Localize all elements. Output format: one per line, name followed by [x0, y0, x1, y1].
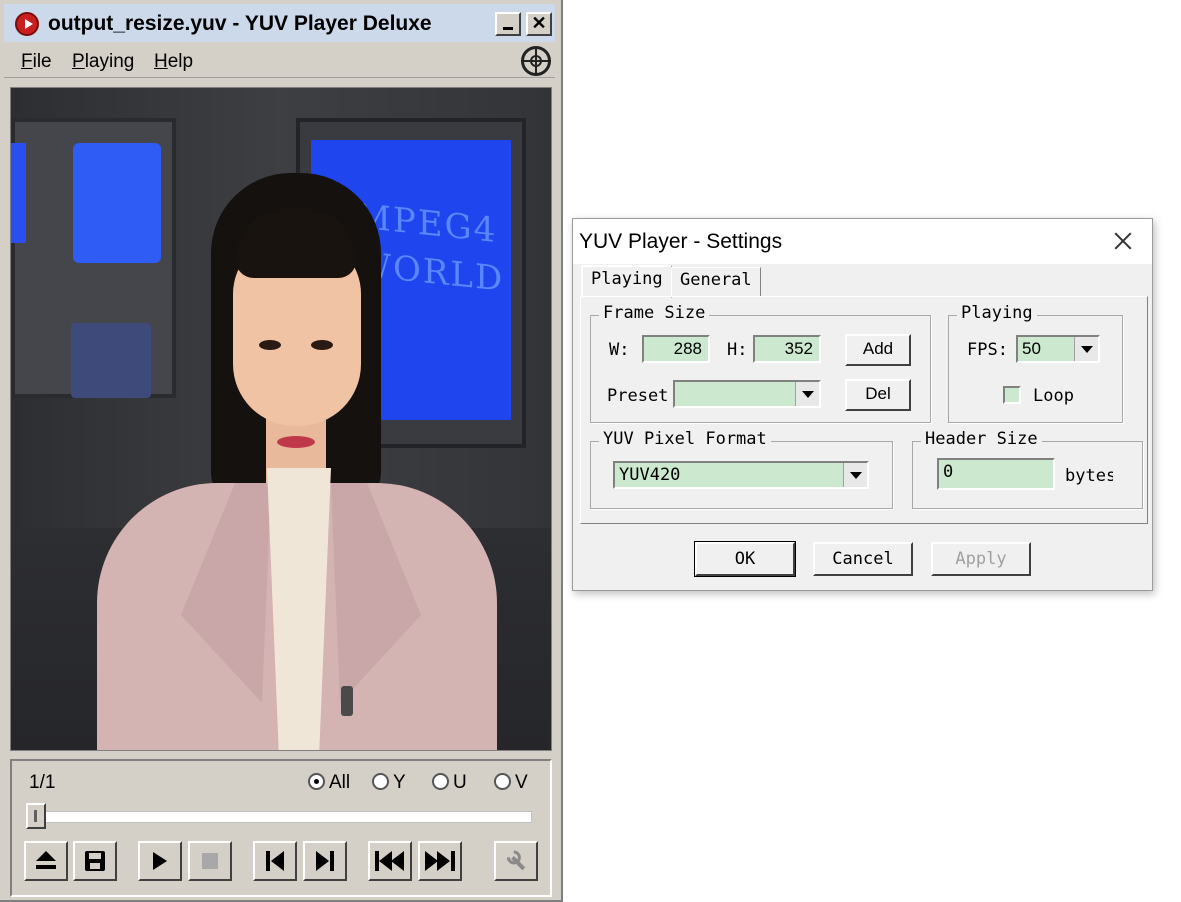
lapel-microphone — [341, 686, 353, 716]
height-label: H: — [727, 340, 748, 360]
settings-title-bar[interactable]: YUV Player - Settings — [573, 219, 1152, 264]
play-button[interactable] — [138, 841, 182, 881]
step-forward-button[interactable] — [303, 841, 347, 881]
yuv-player-window: output_resize.yuv - YUV Player Deluxe ✕ … — [0, 0, 563, 902]
bytes-unit-label: bytes — [1065, 466, 1113, 486]
settings-close-icon[interactable] — [1111, 229, 1135, 253]
seek-bar[interactable] — [32, 811, 532, 823]
save-button[interactable] — [73, 841, 117, 881]
monitor-screen — [11, 143, 26, 243]
add-size-button[interactable]: Add — [845, 334, 911, 366]
seek-slider-thumb[interactable] — [26, 803, 46, 829]
header-size-label: Header Size — [921, 429, 1042, 449]
skip-to-end-icon — [425, 851, 455, 871]
chevron-down-icon[interactable] — [795, 382, 819, 406]
menu-bar: File Playing Help — [4, 46, 555, 78]
presenter-eye — [259, 340, 281, 350]
chevron-down-icon[interactable] — [1074, 337, 1098, 361]
play-icon — [153, 852, 167, 870]
stop-icon — [202, 853, 218, 869]
eject-icon — [35, 851, 57, 871]
width-label: W: — [609, 340, 630, 360]
ok-button[interactable]: OK — [694, 541, 796, 577]
pixel-format-label: YUV Pixel Format — [599, 429, 771, 449]
presenter-lips — [277, 436, 315, 448]
header-size-field[interactable]: 0 — [937, 458, 1055, 490]
app-play-icon[interactable] — [15, 12, 39, 36]
playing-tab-panel: Frame Size W: 288 H: 352 Add Preset Del … — [580, 296, 1148, 524]
fps-label: FPS: — [967, 340, 1008, 360]
cancel-button[interactable]: Cancel — [813, 542, 913, 576]
playback-controls: 1/1 All Y U V — [10, 759, 552, 897]
go-last-button[interactable] — [418, 841, 462, 881]
delete-size-button[interactable]: Del — [845, 379, 911, 411]
loop-checkbox[interactable] — [1003, 386, 1021, 404]
wrench-icon — [500, 845, 531, 876]
pixel-format-group: YUV Pixel Format YUV420 — [590, 429, 893, 509]
channel-radio-v[interactable]: V — [494, 772, 528, 794]
pixel-format-dropdown[interactable]: YUV420 — [613, 461, 869, 489]
preset-dropdown[interactable] — [673, 380, 821, 408]
frame-size-label: Frame Size — [599, 303, 710, 323]
player-title-bar[interactable]: output_resize.yuv - YUV Player Deluxe ✕ — [4, 4, 555, 42]
tab-general[interactable]: General — [671, 267, 761, 297]
channel-radio-all[interactable]: All — [308, 772, 350, 794]
menu-file[interactable]: File — [21, 51, 52, 73]
step-back-icon — [266, 851, 284, 871]
crosshair-icon[interactable] — [521, 46, 551, 76]
width-field[interactable]: 288 — [642, 335, 710, 363]
tab-playing[interactable]: Playing — [581, 265, 672, 298]
settings-button[interactable] — [494, 841, 538, 881]
step-back-button[interactable] — [253, 841, 297, 881]
menu-help[interactable]: Help — [154, 51, 193, 73]
channel-radio-u[interactable]: U — [432, 772, 467, 794]
playing-group-label: Playing — [957, 303, 1037, 323]
step-forward-icon — [316, 851, 334, 871]
settings-dialog: YUV Player - Settings Playing General Fr… — [572, 218, 1153, 591]
preset-label: Preset — [607, 386, 669, 406]
floppy-disk-icon — [85, 851, 105, 871]
video-frame[interactable]: MPEG4 WORLD — [10, 87, 552, 751]
rewind-to-start-icon — [375, 851, 405, 871]
playing-group: Playing FPS: 50 Loop — [948, 303, 1123, 423]
stop-button[interactable] — [188, 841, 232, 881]
presenter-eye — [311, 340, 333, 350]
go-first-button[interactable] — [368, 841, 412, 881]
settings-title: YUV Player - Settings — [579, 230, 783, 253]
loop-label: Loop — [1033, 386, 1074, 406]
channel-radio-y[interactable]: Y — [372, 772, 406, 794]
close-button[interactable]: ✕ — [526, 12, 552, 36]
window-title: output_resize.yuv - YUV Player Deluxe — [48, 12, 432, 35]
minimize-button[interactable] — [495, 12, 521, 36]
monitor-screen — [73, 143, 161, 263]
apply-button[interactable]: Apply — [931, 542, 1031, 576]
frame-size-group: Frame Size W: 288 H: 352 Add Preset Del — [590, 303, 931, 423]
header-size-group: Header Size 0 bytes — [912, 429, 1143, 509]
height-field[interactable]: 352 — [753, 335, 821, 363]
fps-dropdown[interactable]: 50 — [1016, 335, 1100, 363]
frame-counter: 1/1 — [29, 772, 56, 793]
chevron-down-icon[interactable] — [843, 463, 867, 487]
eject-button[interactable] — [24, 841, 68, 881]
menu-playing[interactable]: Playing — [72, 51, 134, 73]
monitor-screen — [71, 323, 151, 398]
